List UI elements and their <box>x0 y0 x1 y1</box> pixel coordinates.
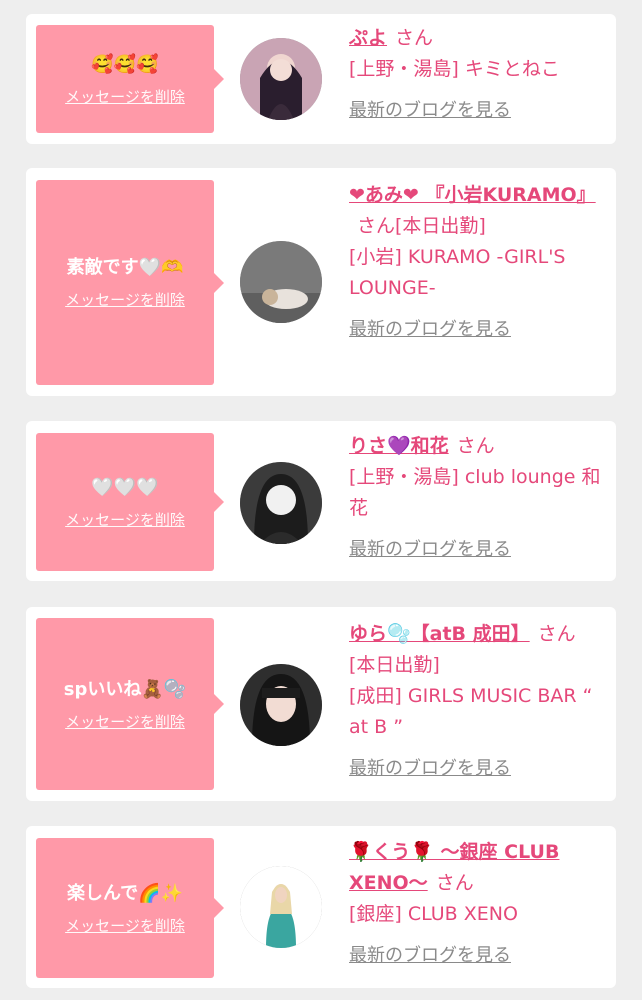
message-bubble: 🥰🥰🥰 メッセージを削除 <box>36 25 224 133</box>
shop-name: [上野・湯島] キミとねこ <box>349 58 560 80</box>
message-card: spいいね🧸🫧 メッセージを削除 ゆら🫧【atB 成田】 さん [本日出勤] [成… <box>26 607 616 801</box>
cast-name-link[interactable]: ぷよ <box>349 27 387 49</box>
delete-message-link[interactable]: メッセージを削除 <box>65 915 185 936</box>
message-card: 楽しんで🌈✨ メッセージを削除 🌹くう🌹 〜銀座 CLUB XENO〜 さん [銀… <box>26 826 616 988</box>
work-status: [本日出勤] <box>349 654 440 676</box>
message-text: 素敵です🤍🫶 <box>66 257 184 278</box>
latest-blog-link[interactable]: 最新のブログを見る <box>349 940 511 971</box>
cast-name-link[interactable]: ゆら🫧【atB 成田】 <box>349 623 530 645</box>
avatar[interactable] <box>240 38 322 120</box>
delete-message-link[interactable]: メッセージを削除 <box>65 711 185 732</box>
honorific: さん <box>395 27 434 49</box>
avatar[interactable] <box>240 241 322 323</box>
message-bubble: spいいね🧸🫧 メッセージを削除 <box>36 618 224 790</box>
message-text: 楽しんで🌈✨ <box>67 882 183 904</box>
avatar[interactable] <box>240 664 322 746</box>
avatar[interactable] <box>240 866 322 948</box>
cast-info: ぷよ さん [上野・湯島] キミとねこ 最新のブログを見る <box>349 23 604 126</box>
honorific: さん[本日出勤] <box>357 215 486 237</box>
cast-info: ゆら🫧【atB 成田】 さん [本日出勤] [成田] GIRLS MUSIC BA… <box>349 619 604 784</box>
message-bubble: 🤍🤍🤍 メッセージを削除 <box>36 433 224 571</box>
latest-blog-link[interactable]: 最新のブログを見る <box>349 95 511 126</box>
cast-name-link[interactable]: ❤あみ❤ 『小岩KURAMO』 <box>349 184 596 206</box>
message-bubble: 素敵です🤍🫶 メッセージを削除 <box>36 180 224 385</box>
message-card: 素敵です🤍🫶 メッセージを削除 ❤あみ❤ 『小岩KURAMO』さん[本日出勤] … <box>26 168 616 396</box>
latest-blog-link[interactable]: 最新のブログを見る <box>349 314 511 345</box>
latest-blog-link[interactable]: 最新のブログを見る <box>349 753 511 784</box>
latest-blog-link[interactable]: 最新のブログを見る <box>349 534 511 565</box>
cast-info: ❤あみ❤ 『小岩KURAMO』さん[本日出勤] [小岩] KURAMO -GIR… <box>349 180 604 345</box>
shop-name: [上野・湯島] club lounge 和花 <box>349 466 601 519</box>
shop-name: [小岩] KURAMO -GIRL'S LOUNGE- <box>349 246 566 299</box>
cast-info: りさ💜和花 さん [上野・湯島] club lounge 和花 最新のブログを見る <box>349 431 604 565</box>
message-card: 🥰🥰🥰 メッセージを削除 ぷよ さん [上野・湯島] キミとねこ 最新のブログを見… <box>26 14 616 144</box>
cast-info: 🌹くう🌹 〜銀座 CLUB XENO〜 さん [銀座] CLUB XENO 最新の… <box>349 837 604 971</box>
message-text: spいいね🧸🫧 <box>63 678 187 700</box>
shop-name: [銀座] CLUB XENO <box>349 903 518 925</box>
delete-message-link[interactable]: メッセージを削除 <box>65 509 185 530</box>
honorific: さん <box>537 623 576 645</box>
shop-name: [成田] GIRLS MUSIC BAR “ at B ” <box>349 685 593 738</box>
message-text: 🥰🥰🥰 <box>91 53 159 75</box>
honorific: さん <box>435 872 474 894</box>
message-bubble: 楽しんで🌈✨ メッセージを削除 <box>36 838 224 978</box>
delete-message-link[interactable]: メッセージを削除 <box>65 86 185 107</box>
delete-message-link[interactable]: メッセージを削除 <box>65 289 185 310</box>
message-text: 🤍🤍🤍 <box>91 476 159 498</box>
cast-name-link[interactable]: りさ💜和花 <box>349 435 449 457</box>
avatar[interactable] <box>240 462 322 544</box>
honorific: さん <box>456 435 495 457</box>
message-card: 🤍🤍🤍 メッセージを削除 りさ💜和花 さん [上野・湯島] club lounge… <box>26 421 616 581</box>
